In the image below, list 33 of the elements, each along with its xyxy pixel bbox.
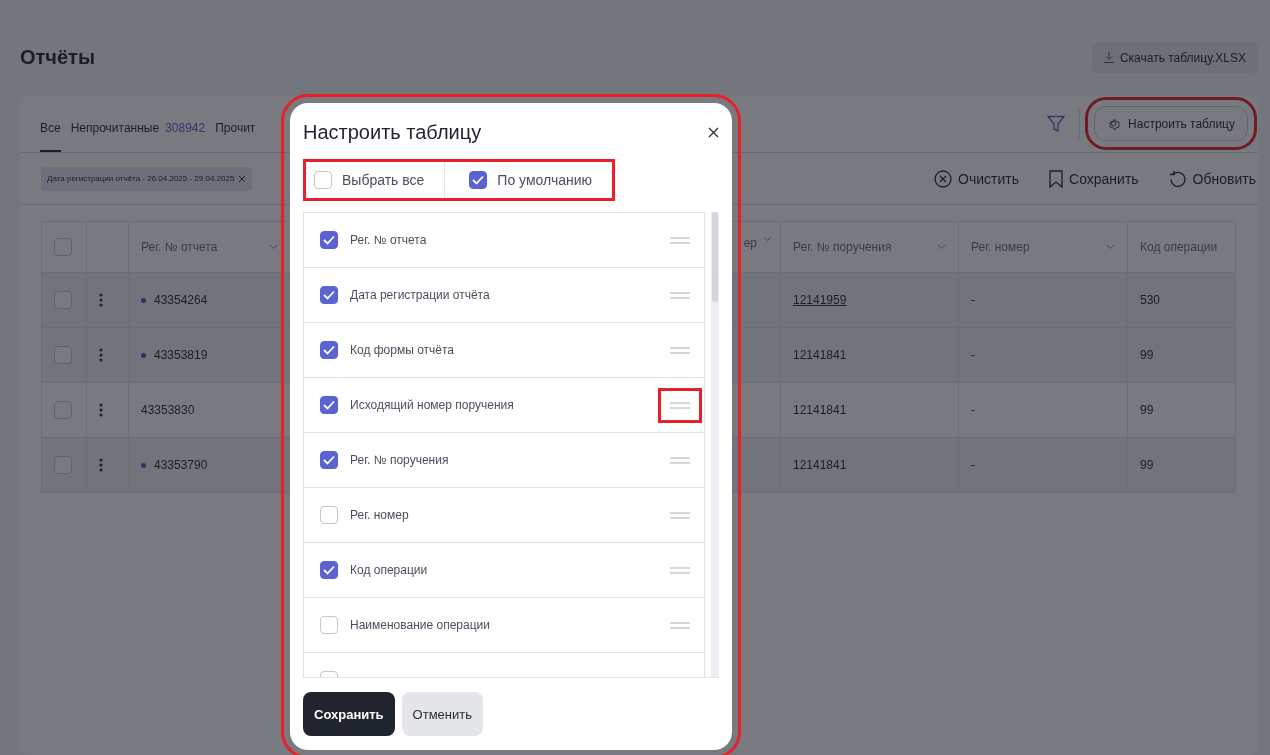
column-option-label: Код формы отчёта <box>350 343 456 357</box>
table-cell: 43353790 <box>154 458 208 472</box>
column-option-label: Исходящий номер поручения <box>350 398 515 412</box>
column-option-label: Рег. № отчета <box>350 233 428 247</box>
column-option-label: Дата регистрации отчёта <box>350 288 491 302</box>
page-title: Отчёты <box>20 46 95 69</box>
column-header: Код операции <box>1140 240 1218 254</box>
table-cell: 530 <box>1140 293 1161 307</box>
table-cell: 43353819 <box>154 348 208 362</box>
column-option-label: Рег. номер <box>350 508 410 522</box>
checkbox-label: Выбрать все <box>342 172 425 188</box>
table-cell: 99 <box>1140 348 1154 362</box>
table-cell: 12141841 <box>793 403 847 417</box>
tab-count: 308942 <box>165 120 206 135</box>
column-header: Рег. номер <box>971 240 1030 254</box>
column-header: Рег. № отчета <box>141 240 218 254</box>
table-cell: 12141841 <box>793 348 847 362</box>
dialog-title: Настроить таблицу <box>303 120 482 144</box>
checkbox-label: По умолчанию <box>497 172 593 188</box>
table-cell: - <box>971 293 975 307</box>
table-cell: - <box>971 458 975 472</box>
column-option-label: Код операции <box>350 563 429 577</box>
table-cell: - <box>971 403 975 417</box>
table-cell: 99 <box>1140 458 1154 472</box>
column-header: Рег. № поручения <box>793 240 892 254</box>
table-cell: - <box>971 348 975 362</box>
table-cell: 12141841 <box>793 458 847 472</box>
table-cell: 99 <box>1140 403 1154 417</box>
table-cell: 43353830 <box>141 403 195 417</box>
column-option-label: Рег. № поручения <box>350 453 450 467</box>
column-option-label: Наименование операции <box>350 618 491 632</box>
column-header: ер <box>743 236 757 250</box>
table-cell: 43354264 <box>154 293 208 307</box>
